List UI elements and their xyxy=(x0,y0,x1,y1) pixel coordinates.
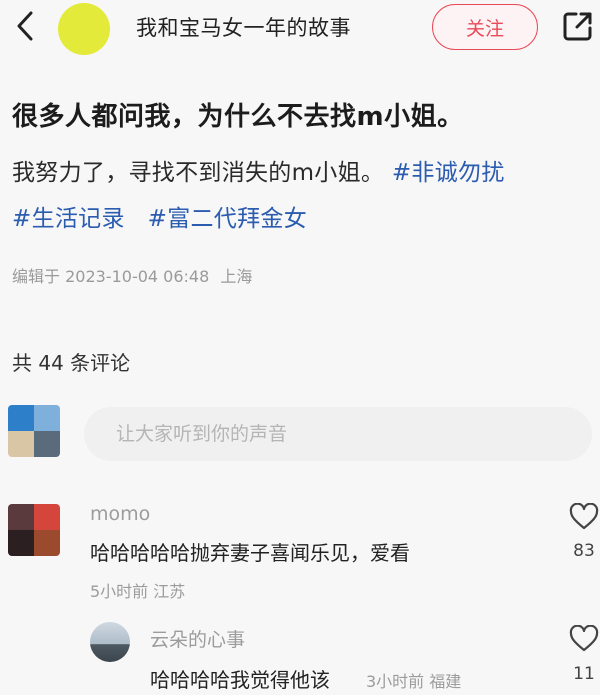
tag-link[interactable]: #非诚勿扰 xyxy=(392,160,505,186)
comment-like-button[interactable] xyxy=(567,502,600,534)
back-button[interactable] xyxy=(8,8,42,48)
reply-time: 3小时前 xyxy=(366,672,425,691)
reply-author-avatar[interactable] xyxy=(90,622,130,662)
author-avatar[interactable] xyxy=(58,3,110,55)
post-body: 我努力了，寻找不到消失的m小姐。 #非诚勿扰 #生活记录 #富二代拜金女 xyxy=(12,150,592,242)
reply-like-button[interactable] xyxy=(567,624,600,656)
reply-like-count: 11 xyxy=(573,664,595,684)
note-detail-page: 我和宝马女一年的故事 关注 很多人都问我，为什么不去找m小姐。 我努力了，寻找不… xyxy=(0,0,600,695)
comment-meta: 5小时前 江苏 xyxy=(90,578,185,602)
share-button[interactable] xyxy=(560,8,596,48)
comment-text[interactable]: 哈哈哈哈哈抛弃妻子喜闻乐见，爱看 xyxy=(90,537,410,566)
reply-text[interactable]: 哈哈哈哈我觉得他该 xyxy=(150,664,330,693)
share-icon xyxy=(562,10,594,46)
reply-author[interactable]: 云朵的心事 xyxy=(150,625,245,652)
post-body-text: 我努力了，寻找不到消失的m小姐。 xyxy=(12,160,385,186)
commenter-avatar[interactable] xyxy=(8,504,60,556)
my-avatar xyxy=(8,405,60,457)
reply-location: 福建 xyxy=(429,672,462,691)
tag-link[interactable]: #生活记录 xyxy=(12,206,125,232)
tag-link[interactable]: #富二代拜金女 xyxy=(148,206,307,232)
top-bar: 我和宝马女一年的故事 关注 xyxy=(0,0,600,58)
comment-location: 江苏 xyxy=(153,582,186,601)
comments-count: 共 44 条评论 xyxy=(12,351,131,375)
post-meta: 编辑于 2023-10-04 06:48 上海 xyxy=(12,263,252,287)
comment-input[interactable] xyxy=(84,407,592,461)
edited-label: 编辑于 xyxy=(12,267,61,286)
follow-button[interactable]: 关注 xyxy=(432,4,538,50)
comment-author[interactable]: momo xyxy=(90,503,150,525)
reply-meta: 3小时前 福建 xyxy=(366,668,461,692)
chevron-left-icon xyxy=(16,11,34,45)
author-name[interactable]: 我和宝马女一年的故事 xyxy=(136,12,351,42)
heart-icon xyxy=(569,624,599,656)
comment-time: 5小时前 xyxy=(90,582,149,601)
post-datetime: 2023-10-04 06:48 xyxy=(65,267,210,286)
heart-icon xyxy=(569,502,599,534)
post-location: 上海 xyxy=(220,267,253,286)
comment-like-count: 83 xyxy=(573,541,595,561)
post-title: 很多人都问我，为什么不去找m小姐。 xyxy=(12,102,464,132)
